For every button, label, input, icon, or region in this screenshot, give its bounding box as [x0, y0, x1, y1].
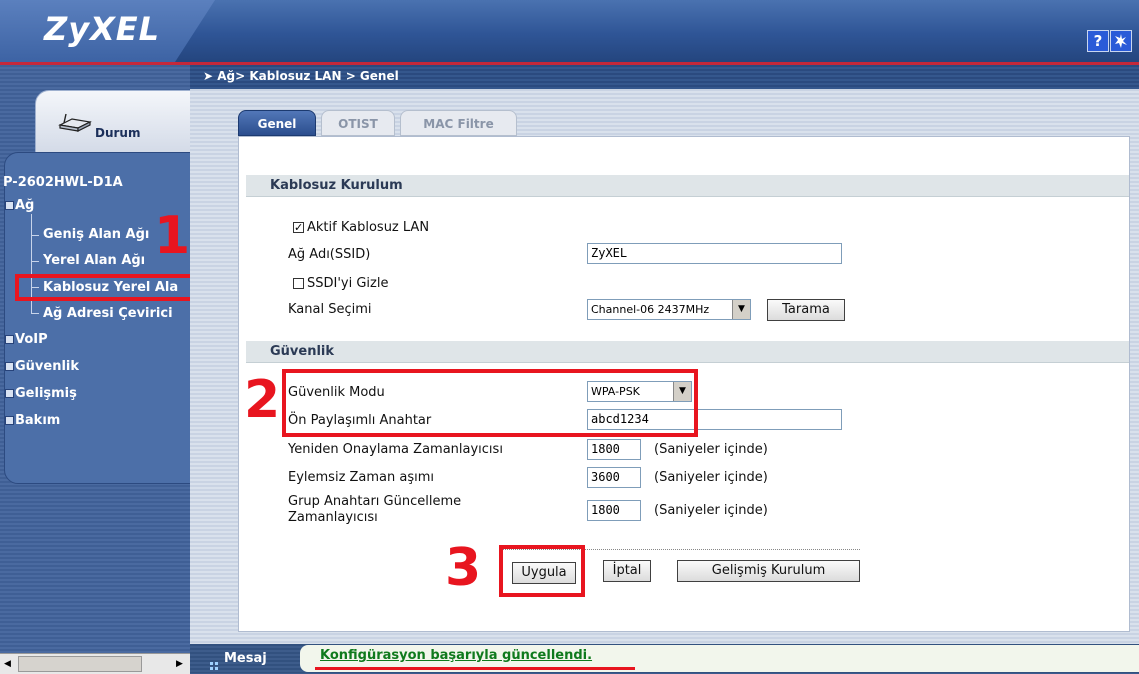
channel-label: Kanal Seçimi [288, 302, 372, 317]
section-wireless-setup: Kablosuz Kurulum [246, 175, 1129, 197]
hide-ssid-checkbox[interactable] [293, 278, 304, 289]
tab-otist[interactable]: OTIST [321, 110, 395, 136]
annotation-number-1: 1 [154, 206, 191, 266]
wizard-icon[interactable] [1110, 30, 1132, 52]
status-tab-label: Durum [95, 126, 141, 140]
group-key-input[interactable]: 1800 [587, 500, 641, 521]
annotation-number-3: 3 [445, 538, 482, 598]
annotation-box-1 [15, 274, 213, 301]
tab-general[interactable]: Genel [238, 110, 316, 136]
tree-line [31, 235, 39, 236]
message-text: Konfigürasyon başarıyla güncellendi. [320, 648, 593, 663]
sidebar-item-label: Bakım [15, 413, 61, 428]
tree-line [31, 261, 39, 262]
scan-button[interactable]: Tarama [767, 299, 845, 321]
breadcrumb-text: Ağ> Kablosuz LAN > Genel [217, 69, 399, 83]
reauth-timer-label: Yeniden Onaylama Zamanlayıcısı [288, 442, 503, 457]
group-key-label-line2: Zamanlayıcısı [288, 510, 378, 525]
message-label: Mesaj [224, 651, 267, 666]
dropdown-arrow-icon[interactable]: ▼ [732, 300, 750, 319]
annotation-box-3 [499, 545, 585, 597]
breadcrumb-arrow-icon: ➤ [203, 69, 218, 83]
reauth-timer-unit: (Saniyeler içinde) [654, 442, 768, 457]
zyxel-logo: ZyXEL [44, 10, 160, 48]
channel-select-value: Channel-06 2437MHz [591, 303, 710, 316]
hide-ssid-label: SSDI'yi Gizle [307, 276, 389, 291]
message-grip-icon [210, 655, 218, 670]
annotation-underline [315, 667, 635, 670]
sidebar-item-label: VoIP [15, 332, 48, 347]
annotation-box-2 [282, 369, 698, 437]
expand-icon [5, 335, 14, 344]
advanced-setup-button[interactable]: Gelişmiş Kurulum [677, 560, 860, 582]
ssid-input[interactable]: ZyXEL [587, 243, 842, 264]
router-icon [58, 113, 92, 133]
tab-mac-filter[interactable]: MAC Filtre [400, 110, 517, 136]
sidebar-item-label: Güvenlik [15, 359, 80, 374]
sidebar-item-security[interactable]: Güvenlik [5, 359, 79, 374]
idle-timeout-input[interactable]: 3600 [587, 467, 641, 488]
channel-select[interactable]: Channel-06 2437MHz ▼ [587, 299, 751, 320]
tree-line [31, 313, 39, 314]
expand-icon [5, 389, 14, 398]
help-icon[interactable]: ? [1087, 30, 1109, 52]
sidebar-item-network[interactable]: Ağ [5, 198, 34, 213]
idle-timeout-unit: (Saniyeler içinde) [654, 470, 768, 485]
sidebar-item-label: Ağ [15, 198, 35, 213]
sidebar-item-voip[interactable]: VoIP [5, 332, 48, 347]
idle-timeout-label: Eylemsiz Zaman aşımı [288, 470, 435, 485]
sidebar-item-label: Gelişmiş [15, 386, 77, 401]
expand-icon [5, 362, 14, 371]
enable-wireless-label: Aktif Kablosuz LAN [307, 220, 430, 235]
expand-icon [5, 416, 14, 425]
scroll-left-icon[interactable]: ◀ [4, 659, 11, 669]
sidebar-item-nat[interactable]: Ağ Adresi Çevirici [43, 306, 190, 321]
sidebar-item-maintenance[interactable]: Bakım [5, 413, 60, 428]
device-name: P-2602HWL-D1A [3, 175, 123, 190]
breadcrumb: ➤ Ağ> Kablosuz LAN > Genel [203, 69, 399, 83]
annotation-number-2: 2 [244, 370, 281, 430]
collapse-icon [5, 201, 14, 210]
ssid-label: Ağ Adı(SSID) [288, 247, 371, 262]
scroll-right-icon[interactable]: ▶ [176, 659, 183, 669]
scroll-thumb[interactable] [18, 656, 142, 672]
horizontal-scrollbar[interactable]: ◀ ▶ [0, 653, 190, 674]
group-key-unit: (Saniyeler içinde) [654, 503, 768, 518]
cancel-button[interactable]: İptal [603, 560, 651, 582]
reauth-timer-input[interactable]: 1800 [587, 439, 641, 460]
section-security: Güvenlik [246, 341, 1129, 363]
sidebar-item-advanced[interactable]: Gelişmiş [5, 386, 77, 401]
enable-wireless-checkbox[interactable]: ✓ [293, 222, 304, 233]
group-key-label-line1: Grup Anahtarı Güncelleme [288, 494, 462, 509]
